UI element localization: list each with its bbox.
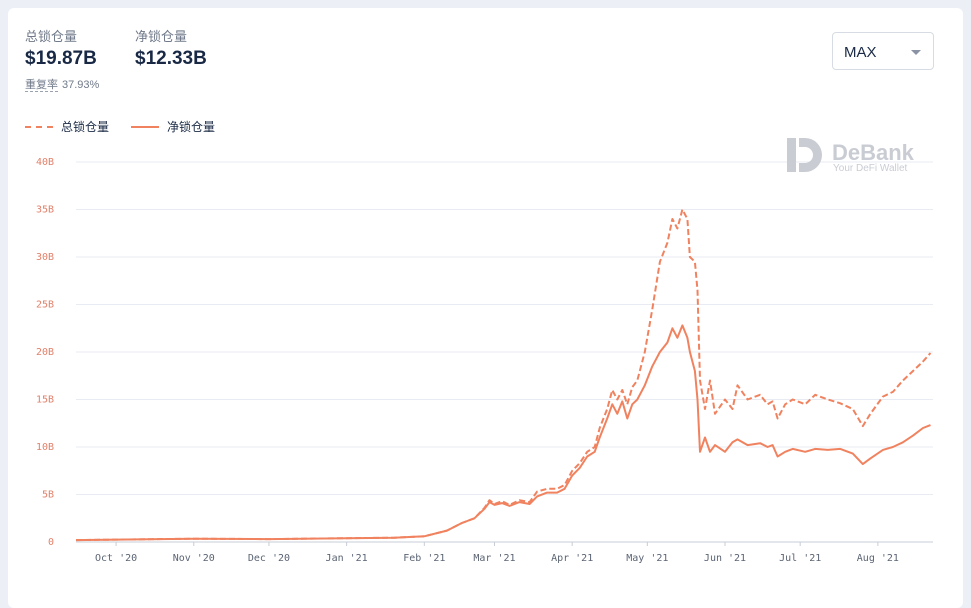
x-tick-label: Dec '20: [248, 553, 290, 564]
x-tick-label: Aug '21: [857, 553, 899, 564]
y-tick-label: 20B: [36, 347, 54, 358]
x-axis: Oct '20 Nov '20 Dec '20 Jan '21 Feb '21 Mar '…: [95, 542, 899, 564]
total-tvl-line: [75, 208, 932, 542]
tvl-line-chart: 0 5B 10B 15B 20B 25B 30B 35B 40B Oct '20 Nov '20 D…: [36, 138, 933, 564]
y-tick-label: 15B: [36, 395, 54, 406]
watermark-brand: DeBank: [832, 140, 915, 165]
debank-logo-icon: [787, 138, 822, 172]
x-tick-label: Jan '21: [326, 553, 368, 564]
chart-grid: [76, 161, 933, 543]
y-tick-label: 35B: [36, 205, 54, 216]
x-tick-label: Apr '21: [551, 553, 593, 564]
x-tick-label: Oct '20: [95, 553, 137, 564]
chart-series: [75, 208, 932, 542]
watermark-tagline: Your DeFi Wallet: [833, 163, 908, 174]
x-tick-label: Jun '21: [704, 553, 746, 564]
y-tick-label: 40B: [36, 157, 54, 168]
x-tick-label: Mar '21: [473, 553, 515, 564]
y-tick-label: 25B: [36, 300, 54, 311]
x-tick-label: Feb '21: [403, 553, 445, 564]
y-tick-label: 0: [48, 537, 54, 548]
y-axis: 0 5B 10B 15B 20B 25B 30B 35B 40B: [36, 157, 54, 548]
y-tick-label: 5B: [42, 490, 54, 501]
x-tick-label: May '21: [626, 553, 668, 564]
y-tick-label: 30B: [36, 252, 54, 263]
y-tick-label: 10B: [36, 442, 54, 453]
debank-watermark: DeBank Your DeFi Wallet: [787, 138, 915, 174]
x-tick-label: Jul '21: [779, 553, 821, 564]
x-tick-label: Nov '20: [173, 553, 215, 564]
net-tvl-line: [75, 324, 931, 542]
